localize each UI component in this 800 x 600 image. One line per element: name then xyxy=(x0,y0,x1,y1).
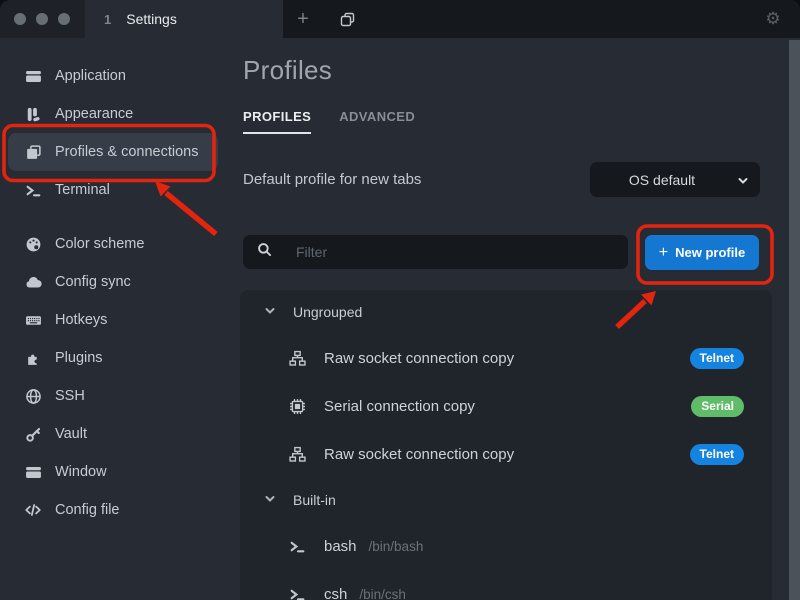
code-icon xyxy=(24,501,42,519)
sidebar-item-label: Hotkeys xyxy=(55,312,107,328)
profile-name: csh xyxy=(324,586,347,600)
profile-row[interactable]: Serial connection copy Serial xyxy=(240,382,772,430)
sidebar-item-profiles-connections[interactable]: Profiles & connections xyxy=(8,133,218,171)
sidebar-item-appearance[interactable]: Appearance xyxy=(8,95,218,133)
chevron-down-icon xyxy=(264,304,276,320)
sidebar-item-label: Window xyxy=(55,464,107,480)
new-profile-button[interactable]: + New profile xyxy=(645,235,759,270)
cloud-icon xyxy=(24,273,42,291)
overlapping-windows-icon xyxy=(338,10,356,28)
terminal-prompt-icon xyxy=(24,181,42,199)
profile-type-badge: Serial xyxy=(691,396,744,417)
sidebar-item-label: Terminal xyxy=(55,182,110,198)
sidebar-item-label: Config sync xyxy=(55,274,131,290)
page-title: Profiles xyxy=(243,55,332,86)
profile-name: Serial connection copy xyxy=(324,398,475,415)
profile-filter xyxy=(243,235,628,269)
puzzle-icon xyxy=(24,349,42,367)
chevron-down-icon xyxy=(264,492,276,508)
sidebar-item-config-sync[interactable]: Config sync xyxy=(8,263,218,301)
group-header-built-in[interactable]: Built-in xyxy=(240,478,772,522)
profile-path: /bin/csh xyxy=(359,587,406,600)
sidebar-item-config-file[interactable]: Config file xyxy=(8,491,218,529)
filter-input[interactable] xyxy=(294,243,578,261)
default-profile-label: Default profile for new tabs xyxy=(243,171,421,188)
sidebar-item-plugins[interactable]: Plugins xyxy=(8,339,218,377)
profile-row[interactable]: Raw socket connection copy Telnet xyxy=(240,334,772,382)
profiles-windows-icon xyxy=(24,143,42,161)
new-profile-button-label: New profile xyxy=(675,245,745,260)
sidebar-item-window[interactable]: Window xyxy=(8,453,218,491)
profile-name: bash xyxy=(324,538,357,555)
profile-type-badge: Telnet xyxy=(690,348,744,369)
sitemap-icon xyxy=(288,446,306,463)
terminal-prompt-icon xyxy=(288,538,306,555)
sidebar-item-label: Vault xyxy=(55,426,87,442)
plus-icon: + xyxy=(659,245,668,261)
sidebar-item-vault[interactable]: Vault xyxy=(8,415,218,453)
profiles-tab-bar: PROFILES ADVANCED xyxy=(243,109,415,134)
default-profile-select[interactable]: OS default xyxy=(590,162,760,197)
terminal-prompt-icon xyxy=(288,586,306,600)
tab-index: 1 xyxy=(104,12,111,27)
sidebar-item-label: SSH xyxy=(55,388,85,404)
sidebar-item-label: Color scheme xyxy=(55,236,144,252)
gear-icon: ⚙ xyxy=(765,9,780,29)
appearance-swatch-icon xyxy=(24,105,42,123)
group-name: Built-in xyxy=(293,492,336,508)
window-icon xyxy=(24,463,42,481)
group-name: Ungrouped xyxy=(293,304,362,320)
settings-sidebar: Application Appearance Profiles & connec… xyxy=(0,38,232,600)
sidebar-item-label: Config file xyxy=(55,502,119,518)
profile-path: /bin/bash xyxy=(369,539,424,554)
sidebar-item-label: Application xyxy=(55,68,126,84)
sidebar-item-hotkeys[interactable]: Hotkeys xyxy=(8,301,218,339)
profile-list: Ungrouped Raw socket connection copy Tel… xyxy=(240,290,772,600)
chevron-down-icon xyxy=(737,174,749,190)
profile-name: Raw socket connection copy xyxy=(324,446,514,463)
sidebar-item-terminal[interactable]: Terminal xyxy=(8,171,218,209)
sidebar-item-label: Appearance xyxy=(55,106,133,122)
search-icon xyxy=(257,242,272,262)
group-header-ungrouped[interactable]: Ungrouped xyxy=(240,290,772,334)
chip-icon xyxy=(288,398,306,415)
profile-row[interactable]: csh /bin/csh xyxy=(240,570,772,600)
tab-advanced[interactable]: ADVANCED xyxy=(339,109,415,134)
sidebar-item-application[interactable]: Application xyxy=(8,57,218,95)
globe-icon xyxy=(24,387,42,405)
palette-icon xyxy=(24,235,42,253)
vertical-scrollbar[interactable] xyxy=(789,40,800,600)
sitemap-icon xyxy=(288,350,306,367)
window-control-dot[interactable] xyxy=(36,13,48,25)
duplicate-tab-button[interactable] xyxy=(334,0,360,38)
window-control-dot[interactable] xyxy=(14,13,26,25)
sidebar-group-gap xyxy=(0,209,232,225)
window-controls[interactable] xyxy=(0,0,85,38)
sidebar-item-label: Plugins xyxy=(55,350,103,366)
keyboard-icon xyxy=(24,311,42,329)
profile-row[interactable]: Raw socket connection copy Telnet xyxy=(240,430,772,478)
sidebar-item-ssh[interactable]: SSH xyxy=(8,377,218,415)
default-profile-value: OS default xyxy=(629,172,695,188)
profile-row[interactable]: bash /bin/bash xyxy=(240,522,772,570)
sidebar-item-color-scheme[interactable]: Color scheme xyxy=(8,225,218,263)
tab-profiles[interactable]: PROFILES xyxy=(243,109,311,134)
tab-settings[interactable]: 1 Settings xyxy=(85,0,283,38)
settings-gear-button[interactable]: ⚙ xyxy=(759,0,787,38)
tab-title: Settings xyxy=(126,11,177,27)
profile-name: Raw socket connection copy xyxy=(324,350,514,367)
key-icon xyxy=(24,425,42,443)
profile-type-badge: Telnet xyxy=(690,444,744,465)
sidebar-item-label: Profiles & connections xyxy=(55,144,198,160)
title-bar: 1 Settings + ⚙ xyxy=(0,0,800,38)
window-control-dot[interactable] xyxy=(58,13,70,25)
plus-icon: + xyxy=(297,8,309,31)
settings-window: 1 Settings + ⚙ Application xyxy=(0,0,800,600)
application-window-icon xyxy=(24,67,42,85)
new-tab-button[interactable]: + xyxy=(290,0,316,38)
